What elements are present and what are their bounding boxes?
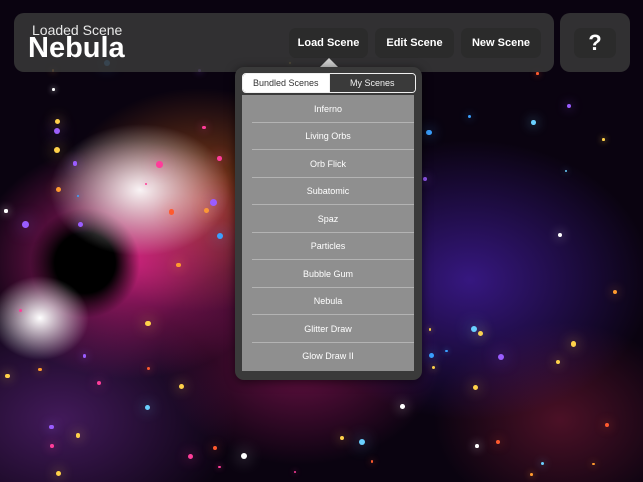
particle [564, 169, 568, 173]
particle [203, 208, 209, 214]
particle [54, 118, 60, 124]
particle [474, 443, 479, 448]
particle [146, 367, 150, 370]
particle [168, 209, 175, 215]
particle [210, 199, 217, 207]
particle [96, 380, 102, 386]
load-scene-button[interactable]: Load Scene [289, 28, 368, 58]
particle [38, 367, 42, 372]
particle [83, 354, 87, 358]
scene-list-item[interactable]: Living Orbs [242, 123, 414, 151]
particle [472, 384, 479, 390]
scene-list-item[interactable]: Bubble Gum [242, 260, 414, 288]
particle [370, 460, 374, 464]
particle [612, 290, 617, 295]
particle [75, 433, 81, 438]
particle [56, 471, 62, 476]
help-button[interactable]: ? [574, 28, 616, 58]
particle [4, 209, 8, 213]
particle [240, 452, 248, 459]
particle [218, 465, 221, 468]
particle [445, 349, 448, 352]
particle [55, 186, 61, 192]
particle [22, 221, 29, 229]
particle [428, 328, 432, 331]
particle [5, 373, 10, 379]
particle [536, 72, 539, 75]
tab-bundled-scenes[interactable]: Bundled Scenes [243, 74, 329, 92]
particle [571, 341, 577, 347]
tab-my-scenes[interactable]: My Scenes [328, 74, 415, 92]
particle [496, 439, 501, 445]
particle [52, 88, 55, 91]
particle [591, 462, 595, 466]
particle [144, 404, 151, 410]
scene-list-item[interactable]: Particles [242, 233, 414, 261]
scene-list-item[interactable]: Spaz [242, 205, 414, 233]
new-scene-button[interactable]: New Scene [461, 28, 541, 58]
scene-list-item[interactable]: Glitter Draw [242, 315, 414, 343]
particle [531, 120, 536, 126]
scene-list-item[interactable]: Orb Flick [242, 150, 414, 178]
particle [78, 221, 83, 227]
particle [18, 309, 22, 313]
particle [567, 103, 572, 108]
particle [605, 422, 610, 427]
particle [54, 147, 61, 154]
particle [176, 262, 181, 268]
scene-source-segmented-control: Bundled Scenes My Scenes [242, 73, 416, 93]
particle [359, 439, 366, 446]
particle [429, 353, 435, 359]
particle [50, 444, 54, 449]
particle [217, 156, 223, 161]
particle [497, 353, 505, 361]
particle [144, 320, 151, 327]
particle [555, 359, 561, 365]
particle [202, 126, 206, 130]
popover-arrow [320, 58, 338, 67]
particle [294, 471, 297, 474]
particle [470, 325, 478, 333]
scene-list-item[interactable]: Inferno [242, 95, 414, 123]
particle [432, 365, 436, 370]
particle [76, 195, 79, 198]
particle [216, 233, 223, 240]
particle [478, 330, 484, 336]
particle [156, 161, 163, 168]
particle [530, 472, 534, 476]
scene-list: Inferno Living Orbs Orb Flick Subatomic … [242, 95, 414, 371]
particle [423, 176, 428, 181]
particle [179, 384, 185, 390]
particle [212, 446, 218, 451]
particle [145, 182, 148, 186]
particle [558, 232, 563, 237]
particle [602, 138, 605, 142]
particle [72, 161, 78, 166]
particle [340, 436, 345, 441]
scene-list-item[interactable]: Glow Draw II [242, 343, 414, 371]
particle [540, 461, 545, 466]
particle [53, 127, 61, 135]
particle [426, 129, 432, 136]
particle [188, 453, 194, 459]
scene-title: Nebula [28, 32, 125, 64]
particle [49, 424, 54, 429]
particle [468, 114, 472, 119]
particle [400, 404, 405, 409]
edit-scene-button[interactable]: Edit Scene [375, 28, 454, 58]
scene-list-item[interactable]: Subatomic [242, 178, 414, 206]
scene-list-item[interactable]: Nebula [242, 288, 414, 316]
